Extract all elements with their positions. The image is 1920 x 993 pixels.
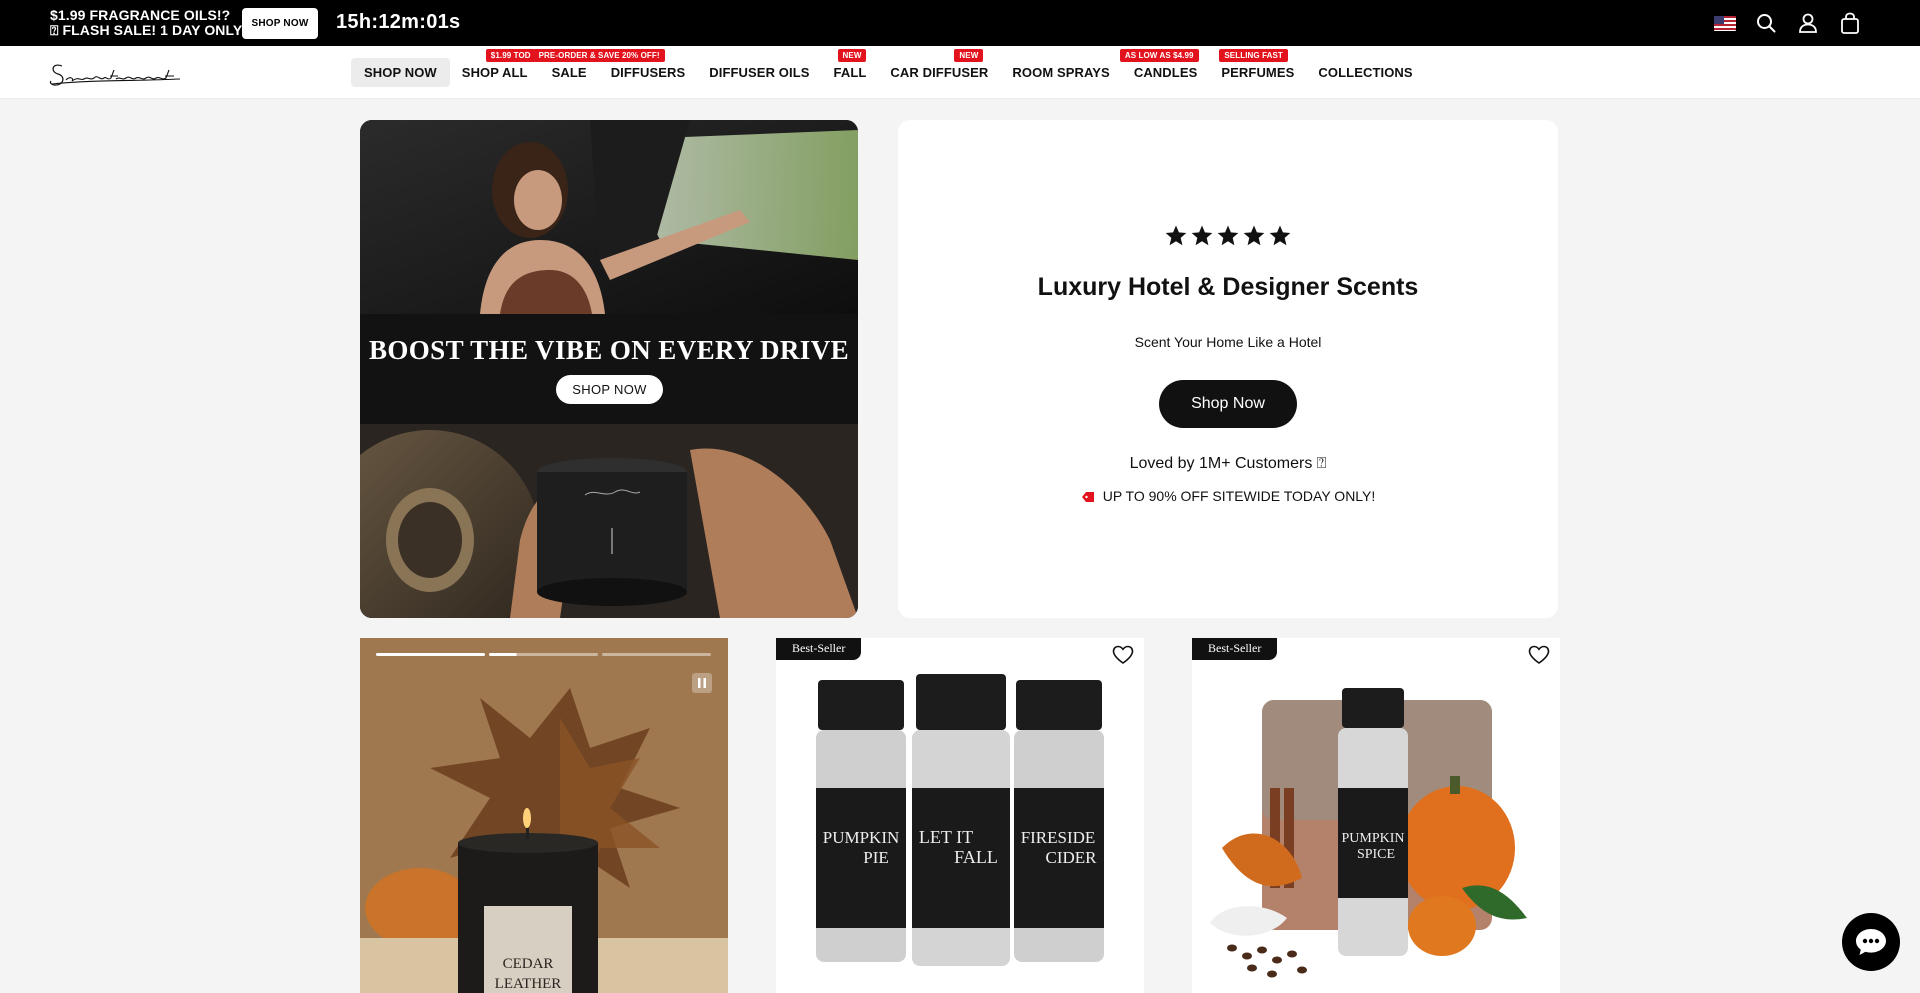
story-progress — [376, 653, 711, 656]
hero-loved-text: Loved by 1M+ Customers ⍰ — [1129, 455, 1327, 472]
nav-badge: SELLING FAST — [1219, 49, 1288, 62]
nav-item-sale[interactable]: PRE-ORDER & SAVE 20% OFF! SALE — [533, 49, 665, 87]
product-card[interactable]: PUMPKIN PIE LET IT FALL FIRESIDE CIDER B… — [776, 638, 1144, 993]
nav-item-label: COLLECTIONS — [1318, 65, 1413, 80]
nav-item-label: SHOP ALL — [461, 65, 528, 80]
svg-text:PIE: PIE — [863, 848, 889, 867]
svg-text:LEATHER: LEATHER — [495, 976, 562, 992]
wishlist-button[interactable] — [1526, 642, 1552, 668]
star-icon — [1165, 225, 1187, 246]
nav-item-label: SALE — [551, 65, 587, 80]
star-icon — [1243, 225, 1265, 246]
nav-badge: $1.99 TOD — [485, 49, 536, 62]
hero-card: Luxury Hotel & Designer Scents Scent You… — [898, 120, 1558, 618]
nav-item-label: SHOP NOW — [364, 65, 437, 80]
nav-item-label: FALL — [833, 65, 867, 80]
sale-tag-icon — [1081, 490, 1095, 502]
nav-item-label: ROOM SPRAYS — [1012, 65, 1110, 80]
hero-subtitle: Scent Your Home Like a Hotel — [1134, 334, 1322, 350]
hero-title: Luxury Hotel & Designer Scents — [1037, 273, 1419, 301]
star-icon — [1191, 225, 1213, 246]
product-image: PUMPKIN SPICE — [1210, 688, 1527, 978]
promo-shop-now-button[interactable]: SHOP NOW — [242, 8, 318, 39]
heart-icon — [1528, 645, 1550, 664]
svg-text:LET IT: LET IT — [919, 827, 973, 847]
heart-icon — [1112, 645, 1134, 664]
nav-item-room-sprays[interactable]: ROOM SPRAYS — [1000, 58, 1121, 87]
product-card[interactable]: PUMPKIN SPICE Best-Seller — [1192, 638, 1560, 993]
chat-button[interactable] — [1842, 913, 1900, 971]
svg-text:CIDER: CIDER — [1046, 848, 1098, 867]
svg-text:FALL: FALL — [954, 847, 998, 867]
nav-item-label: DIFFUSERS — [610, 65, 686, 80]
nav-item-label: CANDLES — [1133, 65, 1198, 80]
hero-banner-headline: BOOST THE VIBE ON EVERY DRIVE — [368, 335, 850, 365]
search-icon[interactable] — [1754, 11, 1778, 35]
star-icon — [1217, 225, 1239, 246]
star-icon — [1269, 225, 1291, 246]
bestseller-badge: Best-Seller — [776, 638, 862, 660]
hero-promo: UP TO 90% OFF SITEWIDE TODAY ONLY! — [898, 488, 1558, 504]
nav-item-collections[interactable]: COLLECTIONS — [1306, 58, 1424, 87]
nav-item-perfumes[interactable]: SELLING FAST PERFUMES — [1209, 49, 1306, 87]
chat-bubble-icon — [1856, 929, 1886, 955]
nav-badge: NEW — [954, 49, 984, 62]
nav-item-shop-now[interactable]: SHOP NOW — [351, 58, 450, 87]
promo-bar: $1.99 FRAGRANCE OILS!? ⍰ FLASH SALE! 1 D… — [0, 0, 1920, 46]
nav-item-shop-all[interactable]: $1.99 TOD SHOP ALL — [450, 49, 540, 87]
promo-line-1: $1.99 FRAGRANCE OILS!? — [50, 7, 231, 23]
account-icon[interactable] — [1796, 11, 1820, 35]
nav-badge: NEW — [837, 49, 867, 62]
rating-stars — [898, 224, 1558, 248]
candle-video-frame: CEDAR LEATHER — [360, 638, 728, 993]
scentiment-logo[interactable] — [48, 54, 183, 92]
main-nav: SHOP NOW $1.99 TOD SHOP ALL PRE-ORDER & … — [0, 46, 1920, 99]
product-image: PUMPKIN PIE LET IT FALL FIRESIDE CIDER — [816, 674, 1104, 966]
header-icons — [1714, 11, 1862, 35]
us-flag-icon[interactable] — [1714, 15, 1736, 31]
progress-segment — [602, 653, 711, 656]
svg-text:PUMPKIN: PUMPKIN — [823, 828, 900, 847]
wishlist-button[interactable] — [1110, 642, 1136, 668]
nav-item-label: CAR DIFFUSER — [890, 65, 989, 80]
nav-badge: AS LOW AS $4.99 — [1119, 49, 1199, 62]
nav-item-label: DIFFUSER OILS — [709, 65, 810, 80]
svg-text:FIRESIDE: FIRESIDE — [1021, 828, 1096, 847]
nav-item-label: PERFUMES — [1221, 65, 1295, 80]
hero-shop-now-button[interactable]: Shop Now — [1159, 380, 1297, 428]
hero-banner[interactable]: BOOST THE VIBE ON EVERY DRIVE SHOP NOW — [360, 120, 858, 618]
pause-icon — [698, 678, 706, 688]
hero-banner-band — [360, 314, 858, 424]
hero-banner-shop-now-button[interactable]: SHOP NOW — [556, 375, 663, 404]
pause-button[interactable] — [692, 673, 712, 693]
nav-item-diffuser-oils[interactable]: DIFFUSER OILS — [697, 58, 821, 87]
progress-segment — [376, 653, 485, 656]
cart-icon[interactable] — [1838, 11, 1862, 35]
svg-text:CEDAR: CEDAR — [503, 956, 554, 972]
nav-menu: SHOP NOW $1.99 TOD SHOP ALL PRE-ORDER & … — [351, 49, 1425, 87]
nav-item-candles[interactable]: AS LOW AS $4.99 CANDLES — [1119, 49, 1210, 87]
progress-segment — [489, 653, 598, 656]
bestseller-badge: Best-Seller — [1192, 638, 1278, 660]
countdown-timer: 15h:12m:01s — [336, 11, 461, 33]
nav-item-fall[interactable]: NEW FALL — [822, 49, 879, 87]
hero-promo-text: UP TO 90% OFF SITEWIDE TODAY ONLY! — [1102, 488, 1376, 504]
promo-text: $1.99 FRAGRANCE OILS!? ⍰ FLASH SALE! 1 D… — [50, 8, 247, 38]
video-tile[interactable]: CEDAR LEATHER — [360, 638, 728, 993]
promo-line-2: ⍰ FLASH SALE! 1 DAY ONLY! — [50, 22, 248, 38]
nav-item-diffusers[interactable]: DIFFUSERS — [599, 58, 698, 87]
nav-item-car-diffuser[interactable]: NEW CAR DIFFUSER — [878, 49, 1000, 87]
svg-text:PUMPKIN: PUMPKIN — [1341, 831, 1404, 846]
svg-text:SPICE: SPICE — [1357, 847, 1395, 862]
